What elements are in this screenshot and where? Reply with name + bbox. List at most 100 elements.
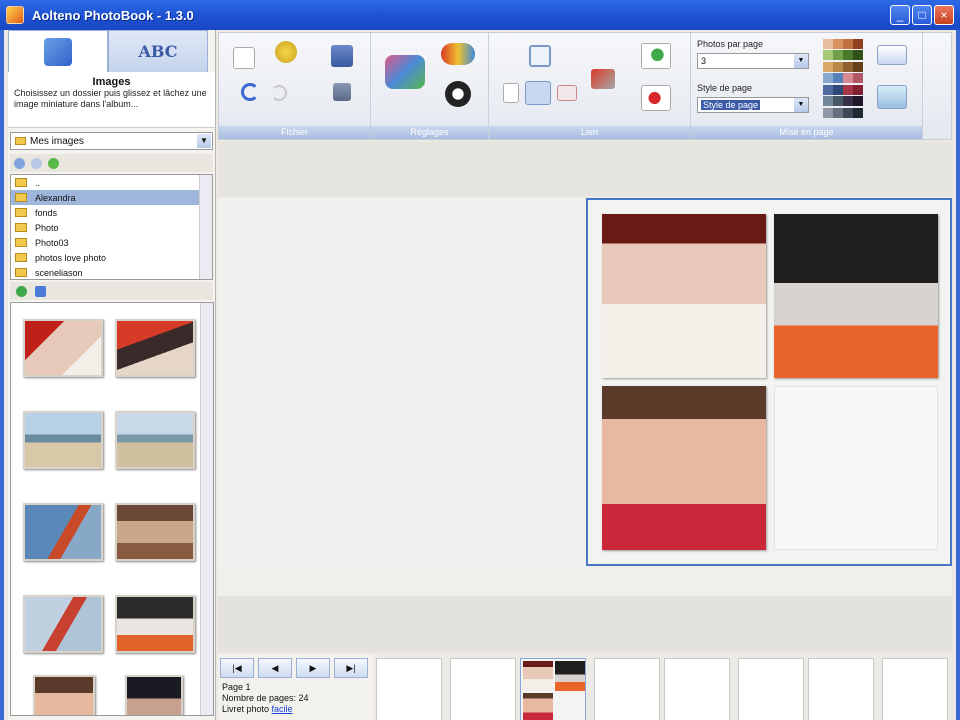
folder-icon: [15, 223, 27, 232]
background-icon[interactable]: [877, 45, 907, 65]
film-page[interactable]: [808, 658, 874, 720]
layout-icon[interactable]: [557, 85, 577, 101]
save-icon[interactable]: [331, 45, 353, 67]
group-label: Mise en page: [691, 126, 922, 139]
images-icon: [44, 37, 72, 66]
link-icon[interactable]: [591, 69, 615, 89]
thumbnail-image[interactable]: [125, 675, 183, 715]
list-item[interactable]: sceneliason: [11, 265, 212, 279]
photo-witch-child[interactable]: [774, 214, 938, 378]
section-description: Images Choisissez un dossier puis glisse…: [8, 72, 215, 128]
maximize-button[interactable]: □: [912, 5, 932, 25]
frame-icon[interactable]: [877, 85, 907, 109]
folder-icon: [15, 193, 27, 202]
previous-page-button[interactable]: ◀: [258, 658, 292, 678]
help-icon[interactable]: [445, 81, 471, 107]
thumbnail-image[interactable]: [23, 319, 103, 377]
first-page-button[interactable]: |◀: [220, 658, 254, 678]
thumbnail-image[interactable]: [115, 411, 195, 469]
color-palette[interactable]: [823, 39, 863, 119]
photo-link[interactable]: facile: [272, 704, 293, 714]
save-as-icon[interactable]: [333, 83, 351, 101]
section-title: Images: [92, 76, 131, 88]
back-icon[interactable]: [14, 157, 25, 169]
film-page[interactable]: [594, 658, 660, 720]
folder-scrollbar[interactable]: [199, 175, 212, 279]
page-navigation: |◀ ◀ ▶ ▶| Page 1 Nombre de pages: 24 Liv…: [218, 654, 374, 720]
view-icon[interactable]: [35, 285, 46, 297]
folder-combo[interactable]: Mes images ▼: [10, 132, 213, 150]
group-label: Lien: [489, 126, 690, 139]
thumbnail-image[interactable]: [23, 595, 103, 653]
remove-page-icon[interactable]: [641, 85, 671, 111]
list-item[interactable]: Alexandra: [11, 190, 212, 205]
forward-icon[interactable]: [31, 157, 42, 169]
zoom-icon[interactable]: [529, 45, 551, 67]
current-page: Page 1: [222, 682, 251, 692]
group-mise-en-page: Photos par page 3 ▼ Style de page Style …: [691, 33, 923, 139]
chevron-down-icon[interactable]: ▼: [794, 98, 808, 112]
tab-images[interactable]: [8, 30, 108, 72]
effects-icon[interactable]: [441, 43, 475, 65]
refresh-icon[interactable]: [48, 157, 59, 169]
film-page-current[interactable]: [520, 658, 586, 720]
page-count: Nombre de pages: 24: [222, 693, 309, 703]
photo-child-hands[interactable]: [602, 386, 766, 550]
film-page[interactable]: [376, 658, 442, 720]
group-label: Fichier: [219, 126, 370, 139]
list-item[interactable]: Photo: [11, 220, 212, 235]
left-page[interactable]: [218, 198, 584, 568]
group-reglages: Réglages: [371, 33, 489, 139]
chevron-down-icon[interactable]: ▼: [197, 134, 211, 148]
chevron-down-icon[interactable]: ▼: [794, 54, 808, 68]
thumbnail-grid: [10, 302, 214, 716]
film-page[interactable]: [664, 658, 730, 720]
folder-toolbar: [10, 154, 213, 172]
thumbnail-image[interactable]: [23, 503, 103, 561]
minimize-button[interactable]: _: [890, 5, 910, 25]
film-page[interactable]: [450, 658, 516, 720]
list-item[interactable]: photos love photo: [11, 250, 212, 265]
thumbnail-image[interactable]: [33, 675, 95, 715]
empty-photo-slot[interactable]: [774, 386, 938, 550]
open-icon[interactable]: [275, 41, 297, 63]
undo-icon[interactable]: [241, 83, 259, 101]
thumbnail-image[interactable]: [115, 595, 195, 653]
thumbnail-scrollbar[interactable]: [200, 303, 213, 715]
new-page-icon[interactable]: [233, 47, 255, 69]
thumbnail-image[interactable]: [115, 319, 195, 377]
photos-per-page-select[interactable]: 3 ▼: [697, 53, 809, 69]
right-page[interactable]: [586, 198, 952, 566]
folder-icon: [15, 253, 27, 262]
close-button[interactable]: ×: [934, 5, 954, 25]
last-page-button[interactable]: ▶|: [334, 658, 368, 678]
page-info: Page 1 Nombre de pages: 24 Livret photo …: [218, 682, 374, 715]
tab-text[interactable]: ABC: [108, 30, 208, 72]
film-page[interactable]: [738, 658, 804, 720]
single-page-icon[interactable]: [503, 83, 519, 103]
list-item[interactable]: Photo03: [11, 235, 212, 250]
thumbnail-toolbar: [10, 282, 213, 300]
album-canvas: [218, 198, 952, 596]
next-page-button[interactable]: ▶: [296, 658, 330, 678]
list-item[interactable]: ..: [11, 175, 212, 190]
app-icon: [6, 6, 24, 24]
thumbnail-image[interactable]: [23, 411, 103, 469]
double-page-icon[interactable]: [525, 81, 551, 105]
redo-icon[interactable]: [271, 85, 287, 101]
window-title: Aolteno PhotoBook - 1.3.0: [32, 7, 194, 23]
title-bar: Aolteno PhotoBook - 1.3.0 _ □ ×: [0, 0, 960, 30]
mini-photo: [523, 661, 553, 691]
add-page-icon[interactable]: [641, 43, 671, 69]
folder-list: .. Alexandra fonds Photo Photo03 photos …: [10, 174, 213, 280]
add-icon[interactable]: [16, 285, 27, 297]
folder-icon: [15, 208, 27, 217]
list-item[interactable]: fonds: [11, 205, 212, 220]
film-page[interactable]: [882, 658, 948, 720]
thumbnail-image[interactable]: [115, 503, 195, 561]
photo-baby[interactable]: [602, 214, 766, 378]
mini-photo: [555, 661, 585, 691]
cart-icon[interactable]: [385, 55, 425, 89]
page-style-select[interactable]: Style de page ▼: [697, 97, 809, 113]
client-area: ABC Images Choisissez un dossier puis gl…: [4, 30, 956, 720]
